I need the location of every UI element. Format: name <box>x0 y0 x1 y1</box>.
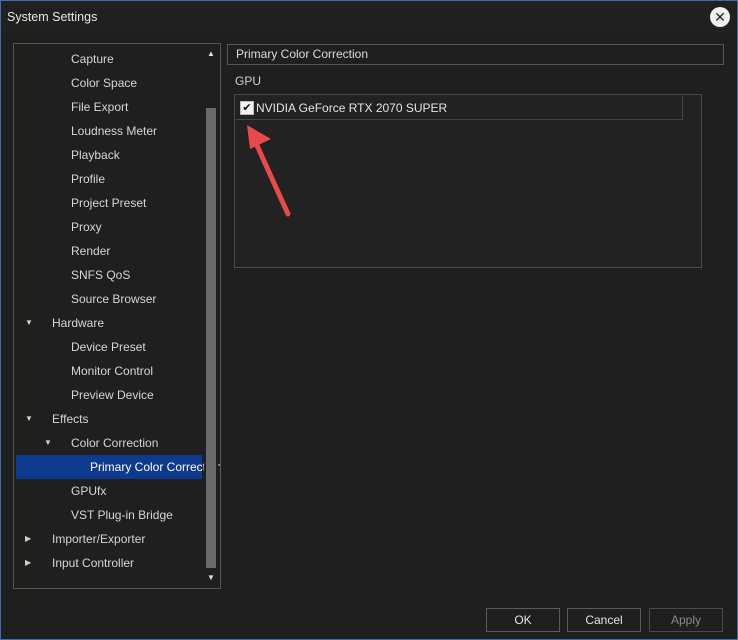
tree-item-label: Source Browser <box>71 292 157 306</box>
tree-item[interactable]: Render <box>16 239 202 263</box>
gpu-list-item[interactable]: ✔ NVIDIA GeForce RTX 2070 SUPER <box>236 96 683 120</box>
gpu-name: NVIDIA GeForce RTX 2070 SUPER <box>256 101 448 115</box>
tree-item[interactable]: ▶ Importer/Exporter <box>16 527 202 551</box>
tree-item[interactable]: Device Preset <box>16 335 202 359</box>
close-icon[interactable]: ✕ <box>710 7 730 27</box>
tree-item[interactable]: Primary Color Correction <box>16 455 220 479</box>
tree-item[interactable]: ▶ Input Controller <box>16 551 202 575</box>
collapse-arrow-icon[interactable]: ▶ <box>25 527 35 551</box>
tree-item-label: Importer/Exporter <box>52 532 146 546</box>
scroll-up-arrow-icon[interactable]: ▲ <box>204 46 218 62</box>
annotation-arrow-icon <box>247 125 291 217</box>
tree-item[interactable]: GPUfx <box>16 479 202 503</box>
tree-item-label: Color Space <box>71 76 138 90</box>
tree-item-label: GPUfx <box>71 484 107 498</box>
window-title: System Settings <box>7 10 98 24</box>
tree-item[interactable]: ▼ Effects <box>16 407 202 431</box>
tree-item-label: Preview Device <box>71 388 154 402</box>
tree-scrollbar[interactable]: ▲ ▼ <box>204 46 218 586</box>
tree-item-label: Proxy <box>71 220 102 234</box>
tree-item[interactable]: Profile <box>16 167 202 191</box>
expand-arrow-icon[interactable]: ▼ <box>25 407 35 431</box>
tree-item-label: VST Plug-in Bridge <box>71 508 173 522</box>
cancel-button[interactable]: Cancel <box>567 608 641 632</box>
tree-item-label: Primary Color Correction <box>90 460 221 474</box>
ok-button[interactable]: OK <box>486 608 560 632</box>
scroll-thumb[interactable] <box>206 108 216 568</box>
tree-item-label: Color Correction <box>71 436 159 450</box>
tree-item[interactable]: Source Browser <box>16 287 202 311</box>
tree-item-label: Playback <box>71 148 120 162</box>
expand-arrow-icon[interactable]: ▼ <box>44 431 54 455</box>
tree-item[interactable]: Playback <box>16 143 202 167</box>
tree-item[interactable]: Preview Device <box>16 383 202 407</box>
tree-item-label: Render <box>71 244 111 258</box>
section-header: Primary Color Correction <box>227 44 724 65</box>
tree-item-label: File Export <box>71 100 129 114</box>
title-bar: System Settings ✕ <box>1 1 737 33</box>
tree-item-label: Effects <box>52 412 89 426</box>
system-settings-window: System Settings ✕ Capture Color Space File… <box>0 0 738 640</box>
tree-item[interactable]: Color Space <box>16 71 202 95</box>
expand-arrow-icon[interactable]: ▼ <box>25 311 35 335</box>
gpu-label: GPU <box>235 74 262 88</box>
tree-item-label: Hardware <box>52 316 105 330</box>
tree-item-label: Profile <box>71 172 106 186</box>
tree-item-label: Loudness Meter <box>71 124 158 138</box>
settings-tree: Capture Color Space File Export Loudness Me… <box>13 43 221 589</box>
tree-item[interactable]: Proxy <box>16 215 202 239</box>
tree-item-label: Input Controller <box>52 556 135 570</box>
gpu-checkbox[interactable]: ✔ <box>240 101 254 115</box>
tree-item[interactable]: SNFS QoS <box>16 263 202 287</box>
tree-item-label: Monitor Control <box>71 364 154 378</box>
apply-button[interactable]: Apply <box>649 608 723 632</box>
gpu-list: ✔ NVIDIA GeForce RTX 2070 SUPER <box>234 94 702 268</box>
tree-item[interactable]: Project Preset <box>16 191 202 215</box>
tree-item[interactable]: VST Plug-in Bridge <box>16 503 202 527</box>
scroll-down-arrow-icon[interactable]: ▼ <box>204 570 218 586</box>
tree-item[interactable]: ▼ Hardware <box>16 311 202 335</box>
tree-item-label: Project Preset <box>71 196 147 210</box>
tree-item[interactable]: ▼ Color Correction <box>16 431 202 455</box>
tree-item[interactable]: Capture <box>16 47 202 71</box>
tree-item-label: Capture <box>71 52 114 66</box>
tree-item[interactable]: Monitor Control <box>16 359 202 383</box>
tree-item[interactable]: Loudness Meter <box>16 119 202 143</box>
tree-item-label: Device Preset <box>71 340 146 354</box>
collapse-arrow-icon[interactable]: ▶ <box>25 551 35 575</box>
tree-item[interactable]: File Export <box>16 95 202 119</box>
tree-item-label: SNFS QoS <box>71 268 131 282</box>
